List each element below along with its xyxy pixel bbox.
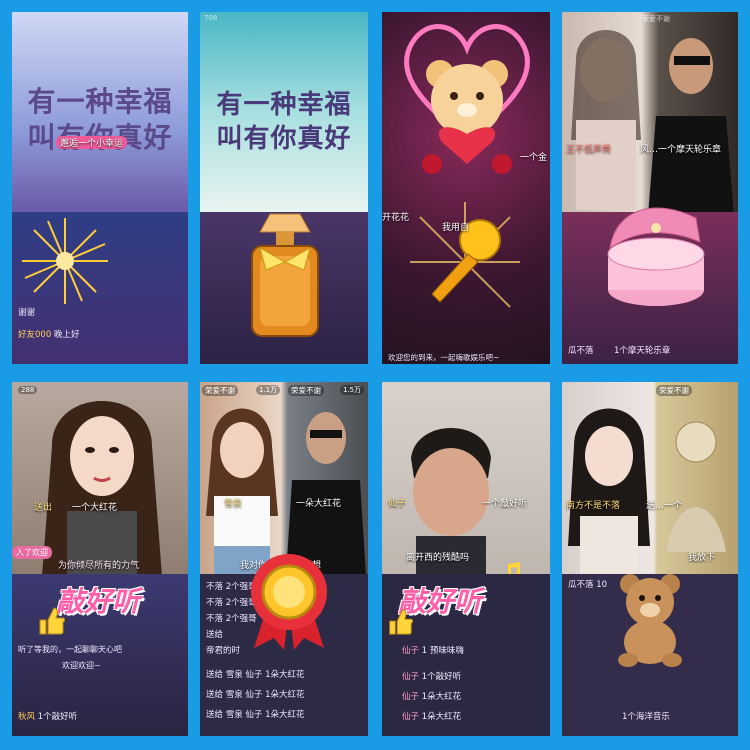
chat-line-2: 好友000 晚上好 [18,328,79,340]
stream-tile-1[interactable]: 有一种幸福 叫有你真好 邂逅一个小幸运 谢谢 好友000 晚上好 [12,12,188,364]
chat-area [200,212,368,364]
video-area: 开花花 我用自 一个金 欢迎您的到来，一起嗨歌娱乐吧~ [382,12,550,364]
video-area: 仙子 一个敲好听 离开西的残酷吗 [382,382,550,588]
chat-nick: 仙子 [402,646,420,656]
host-1-avatar [206,408,278,576]
chat-nick: 仙子 [402,672,420,682]
video-area: 荣爱不谢 南方不是不落 送…一个 我放下 [562,382,738,576]
chat-text: 1 预味味嗨 [421,646,464,656]
chat-text: 1个敲好听 [37,712,78,722]
danmu-2: 风…一个摩天轮乐章 [640,145,722,155]
host-avatar [42,401,162,576]
danmu-1: 雪泉 [224,499,243,509]
chat-line-1: 瓜不落 10 [568,580,608,590]
painting-art-icon [666,421,726,552]
danmu-1: 送出 [34,503,53,513]
host-1-name: 荣爱不谢 [202,385,238,396]
danmu-2: 送…一个 [646,501,683,511]
poster-line-1: 有一种幸福 [216,90,352,120]
danmu-3: 我放下 [688,553,716,563]
chat-line-1: 瓜不落 [568,346,594,356]
danmu-1: 南方不是不落 [566,501,621,511]
chat-area: 敲好听 仙子 1 预味味嗨 仙子 1个敲好听 仙子 1朵大红花 仙子 1朵大红花 [382,574,550,736]
danmu-2: 我用自 [442,223,470,233]
chat-line-1: 欢迎您的到来，一起嗨歌娱乐吧~ [388,353,500,362]
poster-line-1: 有一种幸福 [27,85,173,118]
music-box-icon [607,207,705,306]
chat-nick: 仙子 [402,712,420,722]
chat-text: 1朵大红花 [421,712,462,722]
danmu-1: 开花花 [382,213,410,223]
video-area: 荣爱不谢 1.1万 荣爱不谢 1.5万 雪泉 一朵大红花 我对你大想念太想想 [200,382,368,576]
chat-line-1: 仙子 1 预味味嗨 [402,644,464,656]
chat-line: 帝君的时 [206,646,241,656]
chat-text: 1个敲好听 [421,672,462,682]
chat-area: 敲好听 听了等我的，一起聊聊天心吧 欢迎欢迎~ 秋风 1个敲好听 [12,574,188,736]
chat-nick: 秋风 [18,712,36,722]
danmu-2: 一朵大红花 [296,499,342,509]
chat-area: 不落 2个强哥 不落 2个强哥 不落 2个强哥 送给 帝君的时 送给 雪泉 仙子… [200,554,368,736]
join-toast: 入了欢迎 [12,546,52,559]
host-1-avatar [571,30,641,210]
danmu-1: 仙子 [388,499,407,509]
video-area: 288 送出 一个大红花 入了欢迎 为你倾尽所有的力气 [12,382,188,576]
host-2-avatar [286,412,366,576]
chat-line-2: 1个海洋音乐 [622,712,670,722]
teddy-bear-icon [618,574,682,667]
stream-tile-7[interactable]: 仙子 一个敲好听 离开西的残酷吗 敲好听 仙子 1 预味味嗨 仙子 1个敲好听 … [382,382,550,736]
chat-area: 瓜不落 10 1个海洋音乐 [562,574,738,736]
poster-line-2: 叫有你真好 [216,124,352,154]
danmu-2: 一个敲好听 [482,499,528,509]
stream-tile-6[interactable]: 荣爱不谢 1.1万 荣爱不谢 1.5万 雪泉 一朵大红花 我对你大想念太想想 不… [200,382,368,736]
chat-line: 送给 雪泉 仙子 1朵大红花 [206,690,305,700]
danmu-3: 为你倾尽所有的力气 [58,561,140,571]
danmu-1: 邂逅一个小幸运 [56,136,128,149]
chat-line: 送给 雪泉 仙子 1朵大红花 [206,670,305,680]
fx-title: 敲好听 [56,585,141,618]
chat-line: 送给 雪泉 仙子 1朵大红花 [206,710,305,720]
chat-line-2: 听了等我的，一起聊聊天心吧 [18,645,122,654]
chat-line-2: 仙子 1个敲好听 [402,670,461,682]
danmu-3: 离开西的残酷吗 [406,553,470,563]
host-2-avatar [648,38,734,216]
chat-area: 谢谢 好友000 晚上好 [12,212,188,364]
chat-line-1: 秋风 1个敲好听 [18,710,77,722]
chat-line: 送给 [206,630,224,640]
gold-medal-rosette-icon [251,554,327,650]
poster-area: 有一种幸福 叫有你真好 邂逅一个小幸运 [12,12,188,212]
status-text: 708 [204,14,218,22]
chat-nick: 好友000 [18,330,52,340]
thumbs-up-icon [389,609,414,635]
chat-line-4: 仙子 1朵大红花 [402,710,461,722]
danmu-3: 一个金 [520,153,548,163]
chat-text: 晚上好 [53,330,80,340]
video-area: 荣爱不谢 王不低声秀 风…一个摩天轮乐章 [562,12,738,216]
chat-line-3: 仙子 1朵大红花 [402,690,461,702]
chat-area: 瓜不落 1个摩天轮乐章 [562,207,738,364]
host-1-avatar [568,408,650,576]
chat-nick: 仙子 [402,692,420,702]
host-2-count: 1.5万 [340,385,365,395]
danmu-2: 一个大红花 [72,503,118,513]
firework-icon [22,218,108,304]
chat-line-2: 1个摩天轮乐章 [614,346,671,356]
bear-heart-icon [422,60,512,174]
status-text: 荣爱不谢 [642,15,670,23]
chat-line-1: 谢谢 [18,308,36,318]
host-1-count: 1.1万 [256,385,281,395]
stream-tile-4[interactable]: 荣爱不谢 王不低声秀 风…一个摩天轮乐章 瓜不落 1个摩天轮乐章 [562,12,738,364]
poster-area: 708 有一种幸福 叫有你真好 [200,12,368,212]
stream-tile-5[interactable]: 288 送出 一个大红花 入了欢迎 为你倾尽所有的力气 敲好听 听了等我的，一起… [12,382,188,736]
stream-tile-8[interactable]: 荣爱不谢 南方不是不落 送…一个 我放下 瓜不落 10 1个海洋音乐 [562,382,738,736]
chat-text: 1朵大红花 [421,692,462,702]
danmu-1: 王不低声秀 [566,145,612,155]
thumbs-up-icon [39,607,65,635]
host-name: 荣爱不谢 [656,385,692,396]
stream-tile-2[interactable]: 708 有一种幸福 叫有你真好 [200,12,368,364]
host-2-name: 荣爱不谢 [288,385,324,396]
stream-tile-3[interactable]: 开花花 我用自 一个金 欢迎您的到来，一起嗨歌娱乐吧~ [382,12,550,364]
chat-line-3: 欢迎欢迎~ [62,661,101,670]
perfume-bottle-icon [251,213,319,337]
